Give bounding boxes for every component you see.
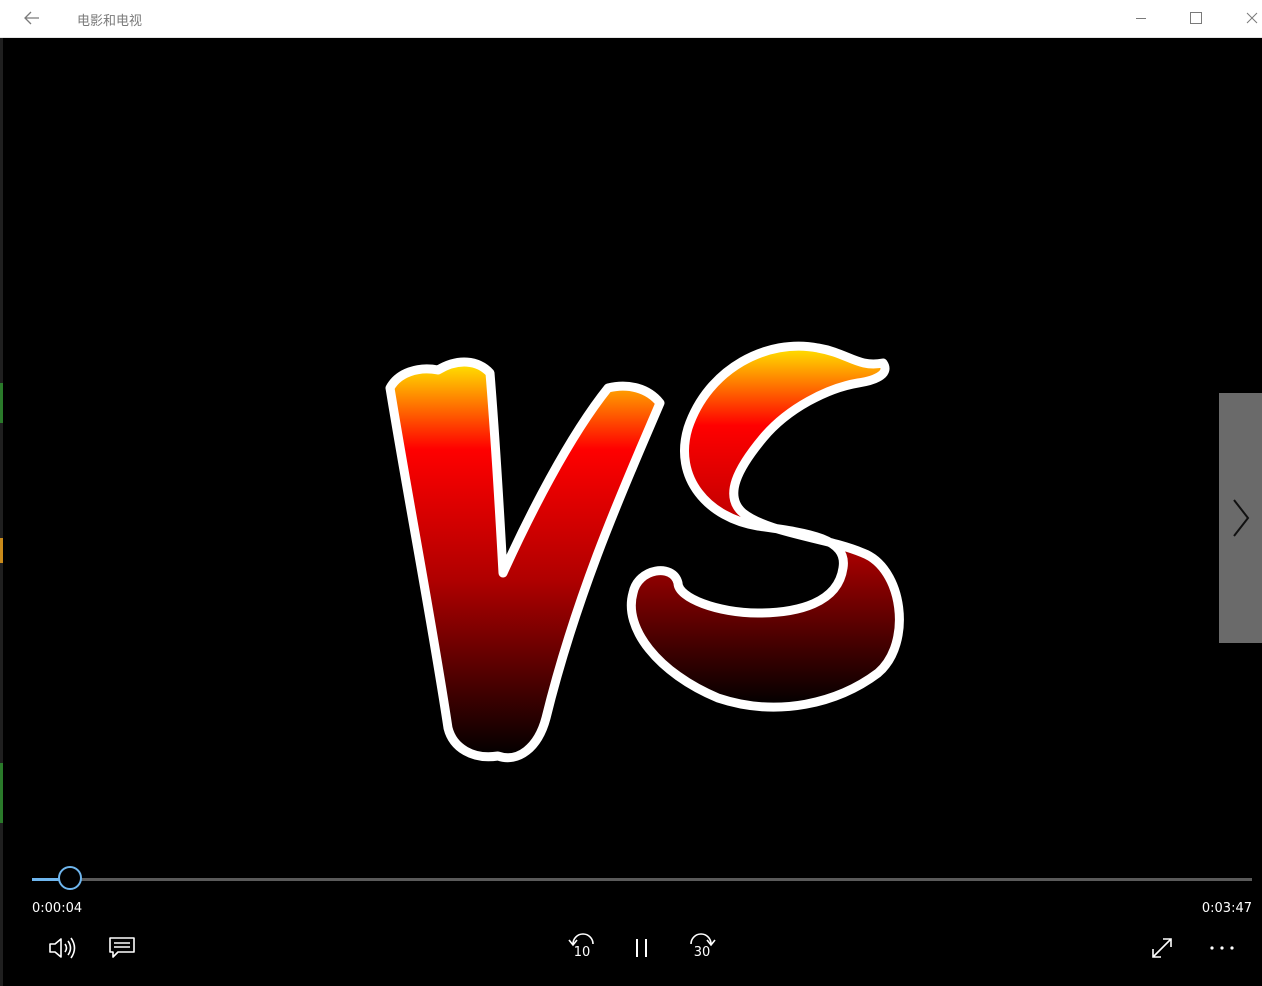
- skip-back-label: 10: [573, 945, 591, 960]
- chevron-right-icon: [1232, 499, 1249, 537]
- close-icon: [1246, 12, 1258, 24]
- skip-forward-button[interactable]: 30: [682, 928, 722, 968]
- video-area[interactable]: [3, 38, 1262, 858]
- subtitles-icon: [109, 937, 135, 958]
- seek-track[interactable]: [32, 878, 1252, 881]
- more-options-icon: [1210, 946, 1234, 950]
- fullscreen-button[interactable]: [1142, 928, 1182, 968]
- pause-icon: [636, 939, 647, 957]
- skip-back-button[interactable]: 10: [562, 928, 602, 968]
- close-button[interactable]: [1229, 0, 1262, 36]
- more-options-button[interactable]: [1202, 928, 1242, 968]
- volume-button[interactable]: [42, 928, 82, 968]
- fullscreen-icon: [1152, 938, 1172, 958]
- pause-button[interactable]: [622, 928, 662, 968]
- back-button[interactable]: [14, 4, 50, 32]
- back-arrow-icon: [24, 11, 39, 25]
- vs-graphic: [385, 341, 904, 763]
- maximize-button[interactable]: [1173, 0, 1219, 36]
- seek-thumb[interactable]: [57, 866, 82, 890]
- vs-letter-s: [626, 341, 904, 712]
- subtitles-button[interactable]: [102, 928, 142, 968]
- skip-forward-label: 30: [693, 945, 711, 960]
- window-title: 电影和电视: [77, 14, 143, 29]
- minimize-icon: [1136, 18, 1146, 19]
- title-bar: 电影和电视: [0, 0, 1262, 38]
- minimize-button[interactable]: [1118, 0, 1164, 36]
- maximize-icon: [1190, 12, 1202, 24]
- volume-icon: [49, 937, 76, 959]
- vs-letter-v: [385, 357, 665, 763]
- next-button[interactable]: [1219, 393, 1262, 643]
- current-time: 0:00:04: [32, 901, 83, 916]
- total-time: 0:03:47: [1201, 901, 1252, 916]
